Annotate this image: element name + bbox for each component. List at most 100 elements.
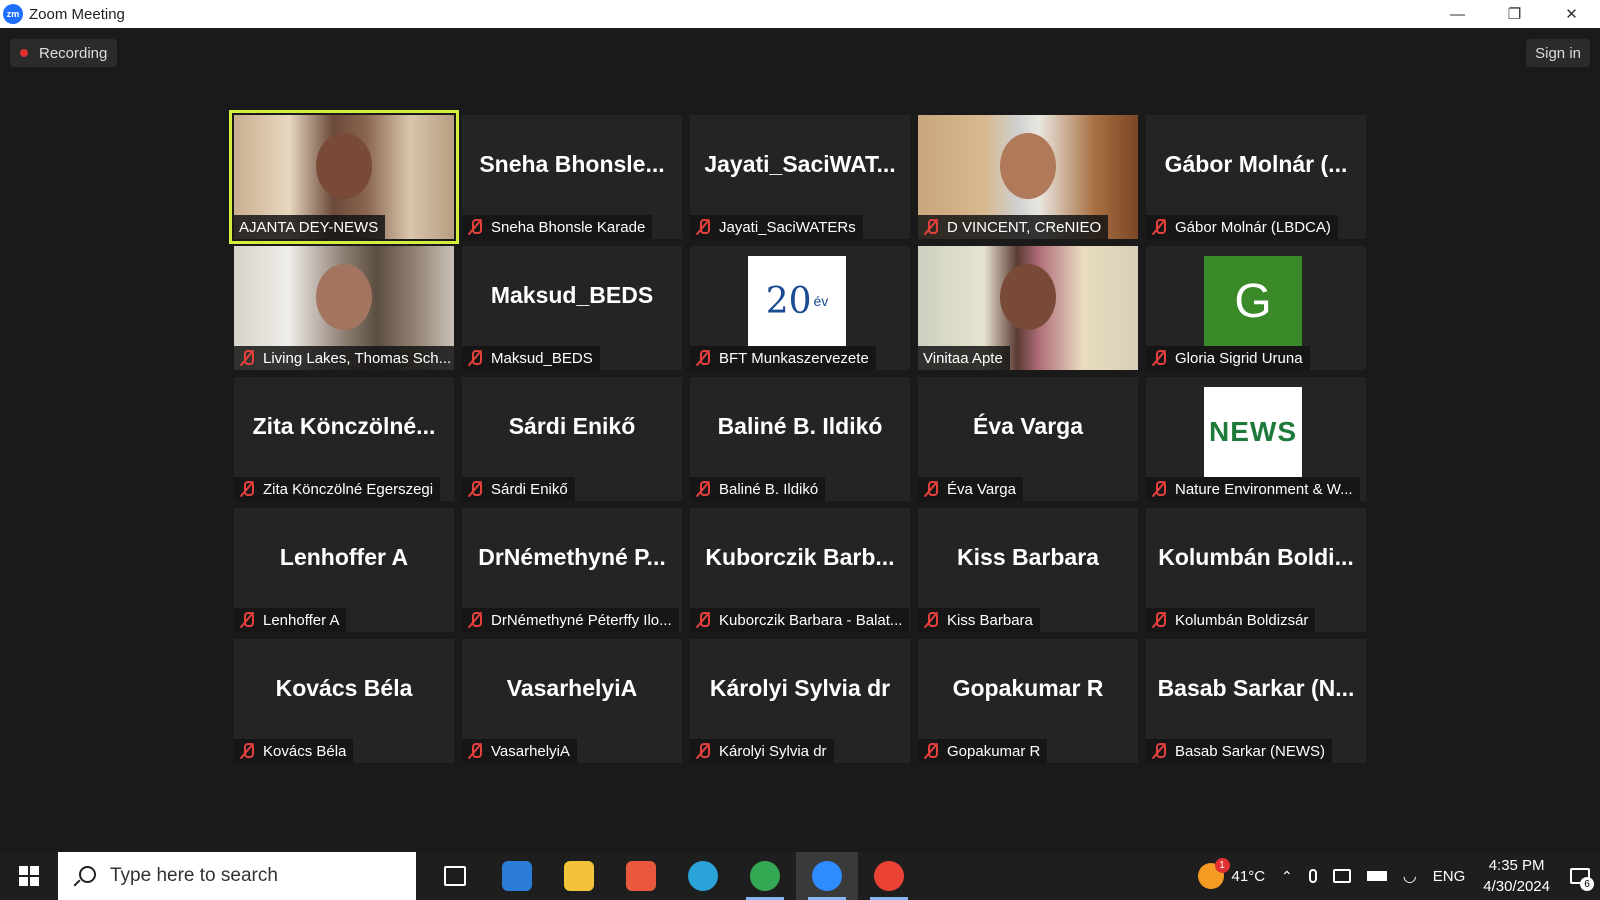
task-view-taskbar-button[interactable] bbox=[424, 852, 486, 900]
participant-display-name: DrNémethyné P... bbox=[478, 544, 666, 570]
muted-microphone-icon bbox=[923, 611, 939, 629]
participant-tile[interactable]: Jayati_SaciWAT... Jayati_SaciWATERs bbox=[690, 115, 910, 239]
microsoft-store-taskbar-button[interactable] bbox=[610, 852, 672, 900]
chrome-icon bbox=[750, 861, 780, 891]
wifi-icon[interactable]: ◡ bbox=[1395, 852, 1425, 900]
recording-indicator[interactable]: Recording bbox=[10, 39, 118, 67]
mail-taskbar-button[interactable] bbox=[486, 852, 548, 900]
sign-in-button[interactable]: Sign in bbox=[1526, 39, 1590, 67]
participant-tile[interactable]: 20 év BFT Munkaszervezete bbox=[690, 246, 910, 370]
participant-tile[interactable]: D VINCENT, CReNIEO bbox=[918, 115, 1138, 239]
chrome-taskbar-button[interactable] bbox=[734, 852, 796, 900]
clock-date: 4/30/2024 bbox=[1483, 878, 1550, 895]
participant-display-name: Jayati_SaciWAT... bbox=[704, 151, 896, 177]
participant-name-tag: VasarhelyiA bbox=[462, 739, 577, 763]
participant-display-name: VasarhelyiA bbox=[506, 675, 638, 701]
close-button[interactable]: ✕ bbox=[1543, 0, 1600, 28]
participant-name-tag: Zita Könczölné Egerszegi bbox=[234, 477, 441, 501]
taskbar-search[interactable]: Type here to search bbox=[58, 852, 416, 900]
participant-name-tag: BFT Munkaszervezete bbox=[690, 346, 876, 370]
start-button[interactable] bbox=[0, 852, 58, 900]
participant-tile[interactable]: Sárdi Enikő Sárdi Enikő bbox=[462, 377, 682, 501]
participant-tile[interactable]: Baliné B. Ildikó Baliné B. Ildikó bbox=[690, 377, 910, 501]
file-explorer-taskbar-button[interactable] bbox=[548, 852, 610, 900]
search-placeholder: Type here to search bbox=[110, 865, 278, 886]
language-indicator[interactable]: ENG bbox=[1425, 852, 1474, 900]
participant-tile[interactable]: Éva Varga Éva Varga bbox=[918, 377, 1138, 501]
system-tray: 1 41°C ⌃ ◡ ENG 4:35 PM 4/30/2024 6 bbox=[1190, 852, 1600, 900]
participant-tile[interactable]: Kuborczik Barb... Kuborczik Barbara - Bal… bbox=[690, 508, 910, 632]
restore-button[interactable]: ❐ bbox=[1486, 0, 1543, 28]
participant-tile[interactable]: Sneha Bhonsle... Sneha Bhonsle Karade bbox=[462, 115, 682, 239]
edge-icon bbox=[688, 861, 718, 891]
participant-name: Jayati_SaciWATERs bbox=[719, 218, 856, 236]
participant-tile[interactable]: VasarhelyiA VasarhelyiA bbox=[462, 639, 682, 763]
muted-microphone-icon bbox=[239, 742, 255, 760]
participant-name-tag: Károlyi Sylvia dr bbox=[690, 739, 834, 763]
participant-name-tag: Vinitaa Apte bbox=[918, 346, 1010, 370]
chevron-up-icon[interactable]: ⌃ bbox=[1273, 852, 1301, 900]
minimize-button[interactable]: — bbox=[1429, 0, 1486, 28]
display-icon[interactable] bbox=[1325, 852, 1359, 900]
participant-display-name: Gábor Molnár (... bbox=[1164, 151, 1348, 177]
notification-count: 6 bbox=[1580, 877, 1594, 891]
participant-tile[interactable]: Gábor Molnár (... Gábor Molnár (LBDCA) bbox=[1146, 115, 1366, 239]
participant-display-name: Sárdi Enikő bbox=[508, 413, 636, 439]
muted-microphone-icon bbox=[1151, 611, 1167, 629]
participant-tile[interactable]: NEWS Nature Environment & W... bbox=[1146, 377, 1366, 501]
participant-tile[interactable]: Lenhoffer A Lenhoffer A bbox=[234, 508, 454, 632]
participant-display-name: Kuborczik Barb... bbox=[705, 544, 895, 570]
muted-microphone-icon bbox=[695, 218, 711, 236]
muted-microphone-icon bbox=[467, 611, 483, 629]
muted-microphone-icon bbox=[467, 218, 483, 236]
microphone-icon[interactable] bbox=[1301, 852, 1325, 900]
participant-tile[interactable]: Basab Sarkar (N... Basab Sarkar (NEWS) bbox=[1146, 639, 1366, 763]
muted-microphone-icon bbox=[239, 611, 255, 629]
participant-tile[interactable]: Living Lakes, Thomas Sch... bbox=[234, 246, 454, 370]
participant-tile[interactable]: Zita Könczölné... Zita Könczölné Egerszeg… bbox=[234, 377, 454, 501]
participant-face bbox=[316, 133, 372, 199]
zoom-icon bbox=[812, 861, 842, 891]
weather-widget[interactable]: 1 41°C bbox=[1190, 852, 1274, 900]
participant-tile[interactable]: Kovács Béla Kovács Béla bbox=[234, 639, 454, 763]
muted-microphone-icon bbox=[923, 480, 939, 498]
participant-tile[interactable]: Maksud_BEDS Maksud_BEDS bbox=[462, 246, 682, 370]
participant-display-name: Basab Sarkar (N... bbox=[1157, 675, 1355, 701]
recording-label: Recording bbox=[39, 44, 108, 62]
participant-name: Basab Sarkar (NEWS) bbox=[1175, 742, 1326, 760]
participant-name: Baliné B. Ildikó bbox=[719, 480, 819, 498]
muted-microphone-icon bbox=[695, 349, 711, 367]
participant-tile[interactable]: Vinitaa Apte bbox=[918, 246, 1138, 370]
zoom-taskbar-button[interactable] bbox=[796, 852, 858, 900]
microsoft-store-icon bbox=[626, 861, 656, 891]
participant-name: Károlyi Sylvia dr bbox=[719, 742, 827, 760]
battery-icon[interactable] bbox=[1359, 852, 1395, 900]
participant-tile[interactable]: Károlyi Sylvia dr Károlyi Sylvia dr bbox=[690, 639, 910, 763]
window-title-bar: zm Zoom Meeting — ❐ ✕ bbox=[0, 0, 1600, 28]
participant-name-tag: Éva Varga bbox=[918, 477, 1023, 501]
participant-tile[interactable]: Kiss Barbara Kiss Barbara bbox=[918, 508, 1138, 632]
taskbar-apps bbox=[424, 852, 920, 900]
mail-icon bbox=[502, 861, 532, 891]
clock[interactable]: 4:35 PM 4/30/2024 bbox=[1473, 855, 1560, 897]
logo-text: G bbox=[1234, 274, 1272, 328]
participant-name: Éva Varga bbox=[947, 480, 1016, 498]
participant-name: Kolumbán Boldizsár bbox=[1175, 611, 1309, 629]
zoom-logo-icon: zm bbox=[3, 4, 23, 24]
edge-taskbar-button[interactable] bbox=[672, 852, 734, 900]
notifications-button[interactable]: 6 bbox=[1560, 852, 1600, 900]
logo-subtext: év bbox=[813, 293, 829, 309]
participant-tile[interactable]: AJANTA DEY-NEWS bbox=[229, 110, 459, 244]
participant-name-tag: Basab Sarkar (NEWS) bbox=[1146, 739, 1333, 763]
participant-tile[interactable]: G Gloria Sigrid Uruna bbox=[1146, 246, 1366, 370]
clock-time: 4:35 PM bbox=[1488, 857, 1545, 874]
task-view-icon bbox=[444, 866, 466, 886]
chrome-profile-taskbar-button[interactable] bbox=[858, 852, 920, 900]
participant-name-tag: Sneha Bhonsle Karade bbox=[462, 215, 653, 239]
participant-display-name: Sneha Bhonsle... bbox=[479, 151, 665, 177]
participant-tile[interactable]: DrNémethyné P... DrNémethyné Péterffy Ilo… bbox=[462, 508, 682, 632]
participant-name-tag: Kuborczik Barbara - Balat... bbox=[690, 608, 910, 632]
participant-tile[interactable]: Kolumbán Boldi... Kolumbán Boldizsár bbox=[1146, 508, 1366, 632]
participant-name-tag: Gábor Molnár (LBDCA) bbox=[1146, 215, 1338, 239]
participant-tile[interactable]: Gopakumar R Gopakumar R bbox=[918, 639, 1138, 763]
